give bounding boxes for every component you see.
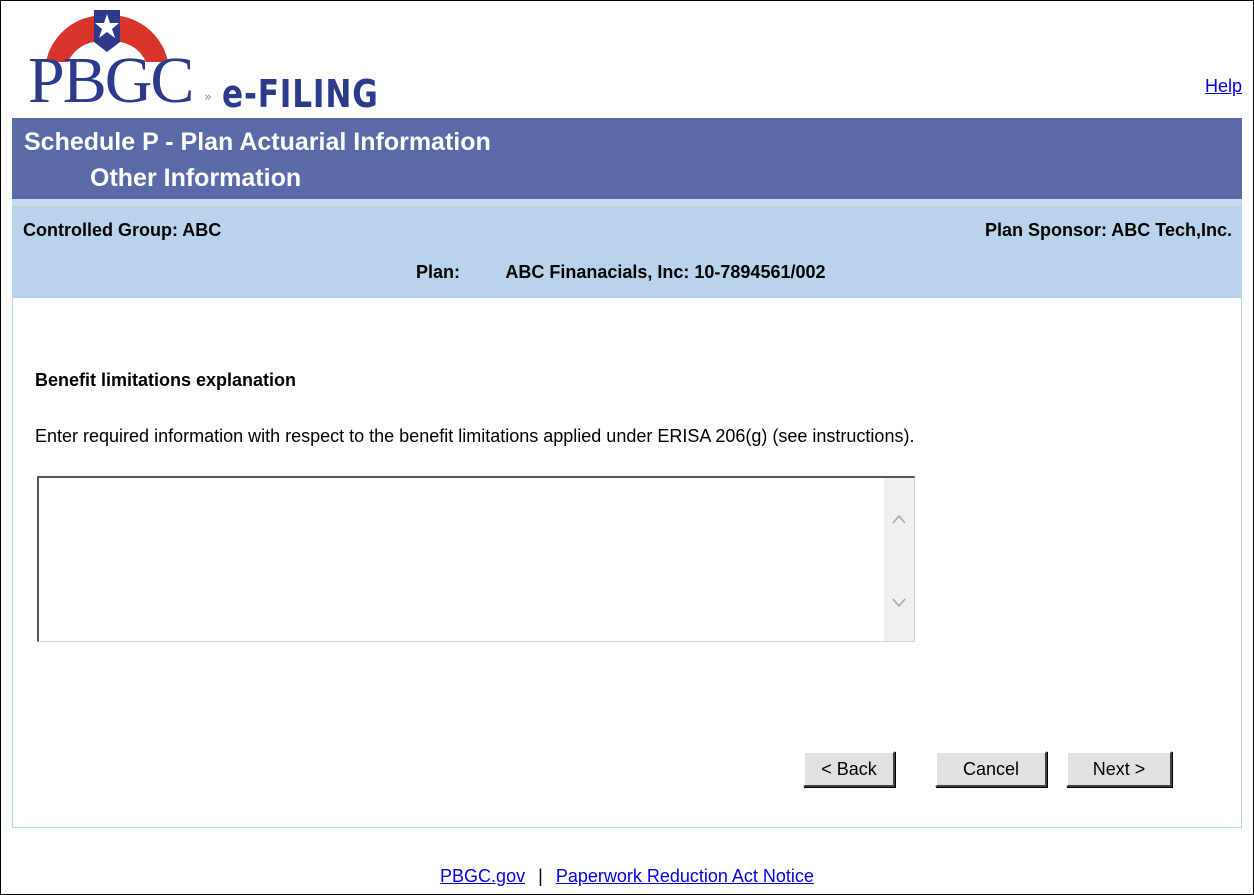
plan-info-bar: Controlled Group: ABC Plan Sponsor: ABC … <box>12 199 1242 298</box>
paperwork-reduction-link[interactable]: Paperwork Reduction Act Notice <box>556 866 814 886</box>
pbgc-logo: PBGC » e-FILING PORTAL <box>28 2 548 160</box>
next-button[interactable]: Next > <box>1066 751 1172 787</box>
benefit-limitations-textarea[interactable] <box>39 478 885 641</box>
benefit-limitations-textarea-container <box>37 476 915 642</box>
header: PBGC » e-FILING PORTAL Help <box>12 0 1242 160</box>
plan-sponsor: Plan Sponsor: ABC Tech,Inc. <box>984 220 1232 240</box>
controlled-group: Controlled Group: ABC <box>23 220 222 240</box>
help-link[interactable]: Help <box>1205 76 1242 97</box>
plan-value: ABC Finanacials, Inc: 10-7894561/002 <box>505 262 826 282</box>
instructions-text: Enter required information with respect … <box>35 426 915 446</box>
info-bar-divider <box>12 199 1242 206</box>
pbgc-gov-link[interactable]: PBGC.gov <box>440 866 525 886</box>
chevron-up-icon[interactable] <box>884 504 914 534</box>
section-title: Benefit limitations explanation <box>35 370 297 390</box>
footer: PBGC.gov | Paperwork Reduction Act Notic… <box>0 866 1254 887</box>
back-button[interactable]: < Back <box>803 751 895 787</box>
footer-separator: | <box>538 866 543 886</box>
plan-info: Plan: ABC Finanacials, Inc: 10-7894561/0… <box>416 262 826 283</box>
page-subtitle: Other Information <box>90 164 302 192</box>
cancel-button[interactable]: Cancel <box>935 751 1047 787</box>
chevron-down-icon[interactable] <box>884 588 914 618</box>
title-bar: Schedule P - Plan Actuarial Information … <box>12 118 1242 199</box>
logo-separator: » <box>204 90 212 105</box>
main-content: Benefit limitations explanation Enter re… <box>12 298 1242 828</box>
plan-label: Plan: <box>416 262 461 282</box>
textarea-scrollbar[interactable] <box>884 478 914 641</box>
page-title: Schedule P - Plan Actuarial Information <box>24 128 491 156</box>
logo-wordmark: PBGC <box>28 44 194 117</box>
